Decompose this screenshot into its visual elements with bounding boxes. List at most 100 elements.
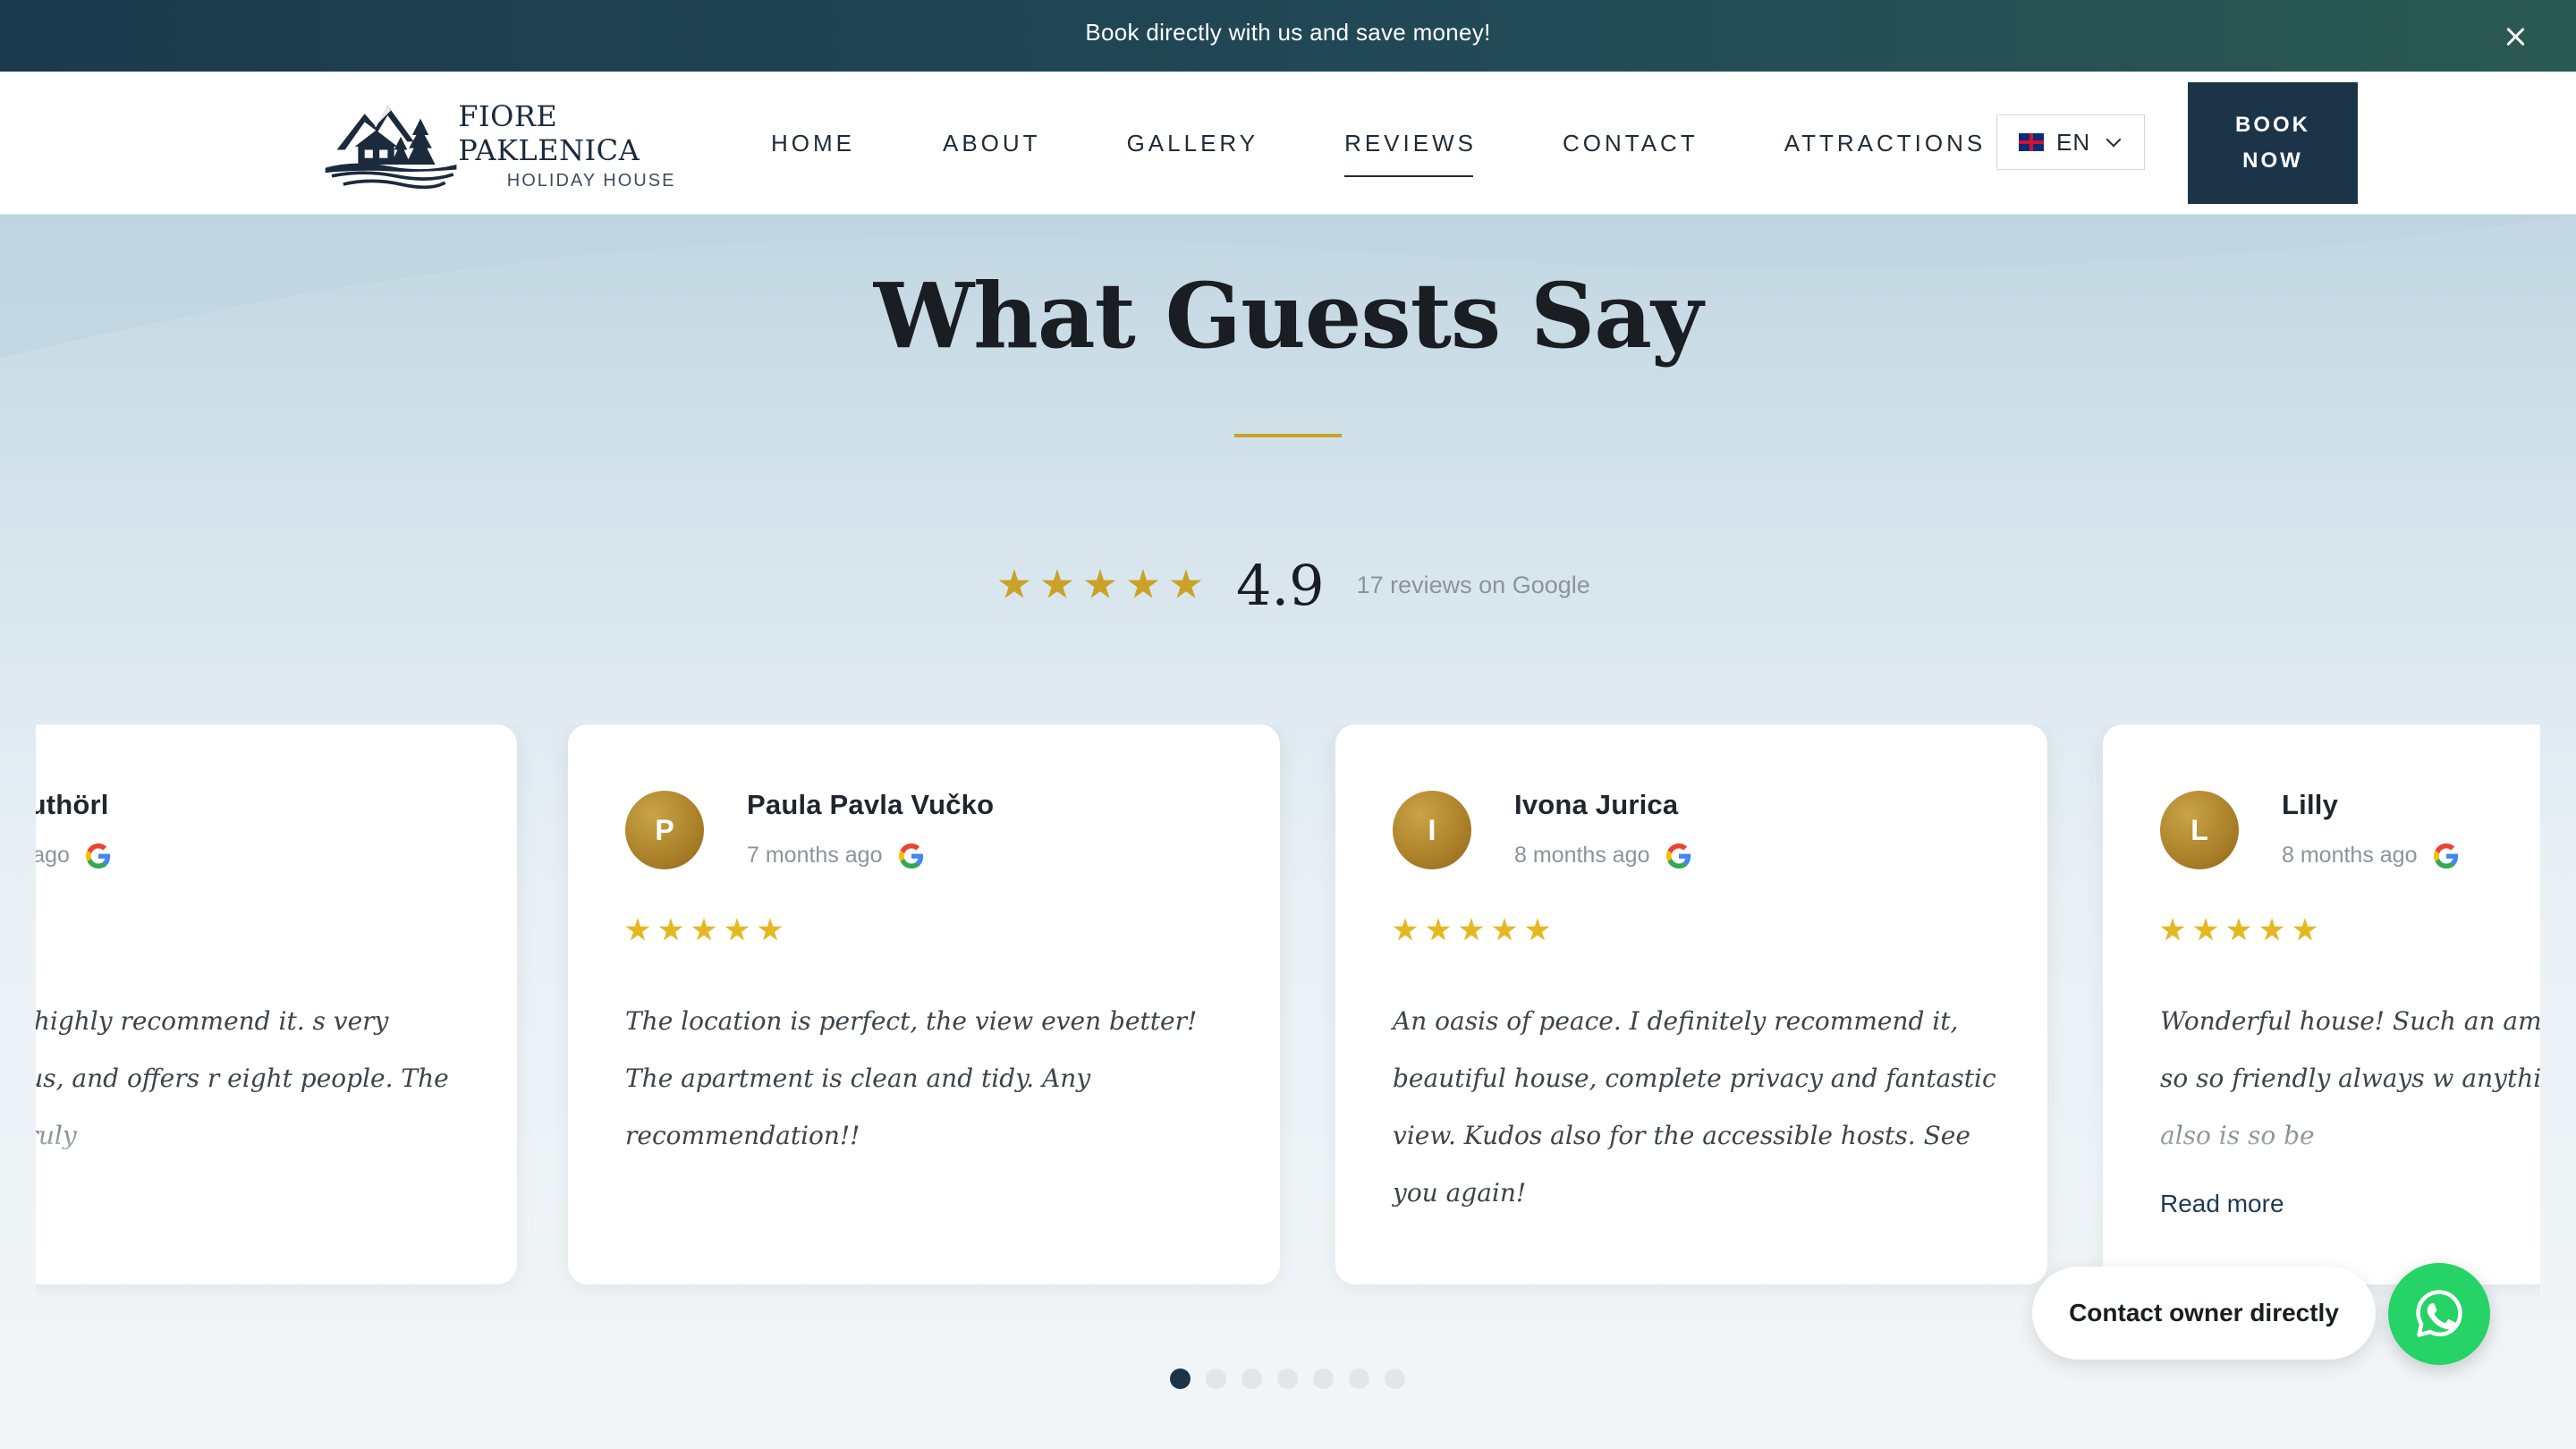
google-icon bbox=[1665, 843, 1690, 869]
house-mountain-logo-icon bbox=[325, 105, 457, 190]
book-now-line2: NOW bbox=[2242, 148, 2303, 173]
main-nav: HOME ABOUT GALLERY REVIEWS CONTACT ATTRA… bbox=[771, 72, 1986, 215]
review-meta: 7 months ago bbox=[747, 843, 994, 869]
title-divider bbox=[1234, 434, 1342, 437]
chevron-down-icon bbox=[2106, 131, 2122, 148]
avatar: L bbox=[2160, 791, 2239, 869]
announcement-text: Book directly with us and save money! bbox=[1085, 18, 1491, 46]
reviewer-info: Lilly 8 months ago bbox=[2282, 789, 2459, 869]
rating-value: 4.9 bbox=[1236, 552, 1325, 618]
review-meta: 8 months ago bbox=[2282, 843, 2459, 869]
site-header: FIORE PAKLENICA HOLIDAY HOUSE HOME ABOUT… bbox=[0, 72, 2576, 215]
book-now-line1: BOOK bbox=[2235, 113, 2310, 137]
review-card: a Guthörl nths ago t stay here! I highly… bbox=[36, 724, 517, 1284]
review-meta: 8 months ago bbox=[1514, 843, 1691, 869]
reviewer-name: Paula Pavla Vučko bbox=[747, 789, 995, 820]
star-icon bbox=[724, 918, 750, 941]
google-icon bbox=[2433, 843, 2458, 869]
review-text: The location is perfect, the view even b… bbox=[625, 1006, 1198, 1150]
star-icon bbox=[1393, 918, 1418, 941]
star-icon bbox=[998, 569, 1030, 598]
book-now-button[interactable]: BOOK NOW bbox=[2188, 82, 2358, 204]
section-title: What Guests Say bbox=[873, 263, 1703, 369]
carousel-dot[interactable] bbox=[1313, 1368, 1334, 1389]
logo-text: FIORE PAKLENICA HOLIDAY HOUSE bbox=[458, 99, 724, 191]
nav-about[interactable]: ABOUT bbox=[943, 72, 1041, 215]
review-card: P Paula Pavla Vučko 7 months ago The loc… bbox=[568, 724, 1280, 1284]
review-date: 7 months ago bbox=[747, 843, 883, 868]
review-card: L Lilly 8 months ago Wonderful house! Su… bbox=[2103, 724, 2540, 1284]
star-icon bbox=[1525, 918, 1550, 941]
rating-summary: 4.9 17 reviews on Google bbox=[998, 549, 1590, 621]
carousel-dot[interactable] bbox=[1206, 1368, 1226, 1389]
star-icon bbox=[1084, 569, 1116, 598]
star-icon bbox=[2259, 918, 2284, 941]
review-text: Wonderful house! Such an amazing hosts w… bbox=[2160, 1006, 2540, 1150]
review-header: L Lilly 8 months ago bbox=[2160, 789, 2459, 869]
rating-count[interactable]: 17 reviews on Google bbox=[1357, 572, 1590, 599]
reviewer-info: Paula Pavla Vučko 7 months ago bbox=[747, 789, 994, 869]
google-icon bbox=[898, 843, 923, 869]
read-more-link[interactable]: Read more bbox=[2160, 1190, 2284, 1218]
language-selector[interactable]: EN bbox=[1996, 114, 2145, 170]
star-icon bbox=[658, 918, 683, 941]
review-text: t stay here! I highly recommend it. s ve… bbox=[36, 1006, 449, 1150]
logo-subtitle: HOLIDAY HOUSE bbox=[506, 170, 676, 191]
review-header: I Ivona Jurica 8 months ago bbox=[1393, 789, 1691, 869]
nav-home[interactable]: HOME bbox=[771, 72, 855, 215]
carousel-pagination bbox=[1170, 1368, 1405, 1389]
nav-reviews[interactable]: REVIEWS bbox=[1344, 72, 1477, 215]
reviewer-name: Lilly bbox=[2282, 789, 2339, 820]
star-icon bbox=[625, 918, 650, 941]
carousel-dot[interactable] bbox=[1385, 1368, 1405, 1389]
review-header: a Guthörl nths ago bbox=[36, 789, 111, 869]
carousel-dot[interactable] bbox=[1277, 1368, 1298, 1389]
carousel-dot[interactable] bbox=[1241, 1368, 1262, 1389]
star-icon bbox=[758, 918, 783, 941]
review-stars bbox=[1393, 918, 1550, 943]
star-icon bbox=[1492, 918, 1517, 941]
review-stars bbox=[2160, 918, 2318, 943]
reviews-section: What Guests Say 4.9 17 reviews on Google… bbox=[0, 215, 2576, 1449]
uk-flag-icon bbox=[2019, 133, 2044, 151]
nav-contact[interactable]: CONTACT bbox=[1563, 72, 1699, 215]
review-stars bbox=[625, 918, 783, 943]
star-icon bbox=[1459, 918, 1484, 941]
review-header: P Paula Pavla Vučko 7 months ago bbox=[625, 789, 994, 869]
whatsapp-icon bbox=[2416, 1290, 2462, 1337]
site-logo[interactable]: FIORE PAKLENICA HOLIDAY HOUSE bbox=[322, 91, 724, 199]
reviewer-name: Ivona Jurica bbox=[1514, 789, 1679, 820]
contact-owner-label: Contact owner directly bbox=[2069, 1299, 2339, 1326]
star-icon bbox=[2292, 918, 2318, 941]
review-meta: nths ago bbox=[36, 843, 111, 869]
nav-attractions[interactable]: ATTRACTIONS bbox=[1784, 72, 1987, 215]
review-date: 8 months ago bbox=[1514, 843, 1650, 868]
star-icon bbox=[1426, 918, 1451, 941]
star-icon bbox=[2160, 918, 2185, 941]
nav-gallery[interactable]: GALLERY bbox=[1127, 72, 1258, 215]
carousel-dot[interactable] bbox=[1170, 1368, 1191, 1389]
star-icon bbox=[1041, 569, 1073, 598]
star-icon bbox=[2226, 918, 2251, 941]
google-icon bbox=[85, 843, 111, 869]
review-card: I Ivona Jurica 8 months ago An oasis of … bbox=[1335, 724, 2047, 1284]
star-icon bbox=[2193, 918, 2218, 941]
star-icon bbox=[1170, 569, 1202, 598]
close-icon[interactable] bbox=[2501, 20, 2529, 52]
star-icon bbox=[1127, 569, 1159, 598]
review-date: 8 months ago bbox=[2282, 843, 2418, 868]
reviews-carousel[interactable]: a Guthörl nths ago t stay here! I highly… bbox=[36, 724, 2540, 1297]
announcement-bar: Book directly with us and save money! bbox=[0, 0, 2576, 72]
whatsapp-button[interactable] bbox=[2388, 1263, 2490, 1365]
avatar: I bbox=[1393, 791, 1471, 869]
star-icon bbox=[691, 918, 716, 941]
contact-owner-button[interactable]: Contact owner directly bbox=[2032, 1267, 2376, 1360]
language-label: EN bbox=[2056, 128, 2091, 156]
reviewer-info: a Guthörl nths ago bbox=[36, 789, 111, 869]
review-date: nths ago bbox=[36, 843, 70, 868]
rating-stars bbox=[998, 569, 1202, 601]
reviewer-name: a Guthörl bbox=[36, 789, 109, 820]
review-text: An oasis of peace. I definitely recommen… bbox=[1393, 1006, 1996, 1208]
carousel-dot[interactable] bbox=[1349, 1368, 1369, 1389]
reviewer-info: Ivona Jurica 8 months ago bbox=[1514, 789, 1691, 869]
